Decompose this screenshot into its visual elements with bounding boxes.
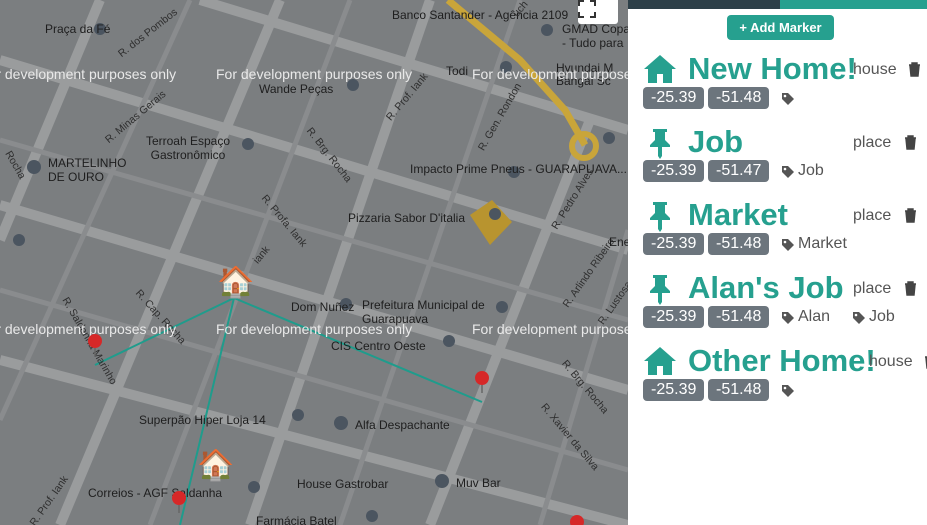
- trash-icon[interactable]: [904, 135, 917, 150]
- marker-name: Job: [688, 124, 744, 159]
- longitude-badge: -51.47: [708, 160, 770, 182]
- tab-bar: [628, 0, 927, 9]
- longitude-badge: -51.48: [708, 87, 770, 109]
- longitude-badge: -51.48: [708, 379, 770, 401]
- longitude-badge: -51.48: [708, 233, 770, 255]
- marker-name: Market: [688, 197, 788, 232]
- poi-house-gastrobar: House Gastrobar: [297, 477, 389, 491]
- poi-pizzaria: Pizzaria Sabor D'italia: [348, 211, 466, 225]
- dev-watermark: For development purposes only: [0, 66, 177, 82]
- marker-card[interactable]: Other Home! house -25.39 -51.48: [628, 343, 927, 414]
- tag-label[interactable]: Alan: [798, 306, 830, 328]
- latitude-badge: -25.39: [643, 233, 705, 255]
- dev-watermark: For development purposes only: [216, 66, 413, 82]
- poi-alfa: Alfa Despachante: [355, 418, 450, 432]
- marker-type: place: [853, 207, 892, 224]
- poi-praca-fe: Praça da Fé: [45, 22, 111, 36]
- tag-icon: [781, 165, 795, 179]
- marker-type: house: [853, 61, 897, 78]
- fullscreen-icon: [578, 0, 596, 18]
- add-marker-button[interactable]: + Add Marker: [727, 15, 834, 40]
- poi-martelinho: MARTELINHO DE OURO: [48, 156, 127, 184]
- latitude-badge: -25.39: [643, 160, 705, 182]
- fullscreen-button[interactable]: [578, 0, 618, 24]
- home-icon: [644, 55, 676, 83]
- tag-label[interactable]: Job: [869, 306, 895, 328]
- marker-card[interactable]: Market place -25.39 -51.48 Market: [628, 197, 927, 268]
- trash-icon[interactable]: [904, 281, 917, 296]
- marker-type: place: [853, 134, 892, 151]
- home-icon: [644, 347, 676, 375]
- longitude-badge: -51.48: [708, 306, 770, 328]
- poi-banco: Banco Santander - Agência 2109: [392, 8, 569, 22]
- dev-watermark: For development purposes only: [472, 66, 628, 82]
- latitude-badge: -25.39: [643, 379, 705, 401]
- home-marker-icon[interactable]: 🏠: [197, 451, 234, 481]
- trash-icon[interactable]: [904, 208, 917, 223]
- marker-card[interactable]: Alan's Job place -25.39 -51.48 Alan Job: [628, 270, 927, 341]
- pushpin-icon: [650, 275, 670, 305]
- tab-inactive[interactable]: [628, 0, 780, 9]
- poi-cis: CIS Centro Oeste: [331, 339, 426, 353]
- pushpin-icon: [650, 129, 670, 159]
- tag-icon: [852, 311, 866, 325]
- tag-icon: [781, 238, 795, 252]
- marker-type: house: [869, 353, 913, 370]
- poi-muv-bar: Muv Bar: [456, 476, 501, 490]
- marker-type: place: [853, 280, 892, 297]
- map-view[interactable]: Praça da Fé R. dos Pombos Banco Santande…: [0, 0, 628, 525]
- poi-correios: Correios - AGF Saldanha: [88, 486, 223, 500]
- dev-watermark: For development purposes only: [472, 321, 628, 337]
- latitude-badge: -25.39: [643, 306, 705, 328]
- marker-card[interactable]: New Home! house -25.39 -51.48: [628, 51, 927, 122]
- pushpin-icon: [650, 202, 670, 232]
- poi-gmad-sub: - Tudo para: [562, 36, 624, 50]
- latitude-badge: -25.39: [643, 87, 705, 109]
- marker-panel: + Add Marker New Home! house -25.39 -51.48 J…: [628, 0, 927, 525]
- poi-terroah: Terroah Espaço Gastronômico: [145, 134, 231, 162]
- poi-dom-nunez: Dom Nuñez: [291, 300, 355, 314]
- marker-card[interactable]: Job place -25.39 -51.47 Job: [628, 124, 927, 195]
- tag-icon: [781, 384, 795, 398]
- poi-wande: Wande Peças: [259, 82, 334, 96]
- dev-watermark: For development purposes only: [216, 321, 413, 337]
- tab-active[interactable]: [780, 0, 927, 9]
- home-marker-icon[interactable]: 🏠: [217, 268, 254, 298]
- poi-gmad: GMAD Copa: [562, 22, 628, 36]
- poi-todi: Todi: [446, 64, 469, 78]
- tag-icon: [781, 311, 795, 325]
- dev-watermark: For development purposes only: [0, 321, 177, 337]
- marker-name: Alan's Job: [688, 270, 844, 305]
- poi-farmacia: Farmácia Batel: [256, 514, 337, 525]
- marker-name: Other Home!: [688, 343, 876, 378]
- poi-superpao: Superpão Hiper Loja 14: [139, 413, 266, 427]
- tag-label[interactable]: Market: [798, 233, 847, 255]
- marker-name: New Home!: [688, 51, 857, 86]
- tag-label[interactable]: Job: [798, 160, 824, 182]
- trash-icon[interactable]: [908, 62, 921, 77]
- poi-ene: Ene: [609, 235, 628, 249]
- tag-icon: [781, 92, 795, 106]
